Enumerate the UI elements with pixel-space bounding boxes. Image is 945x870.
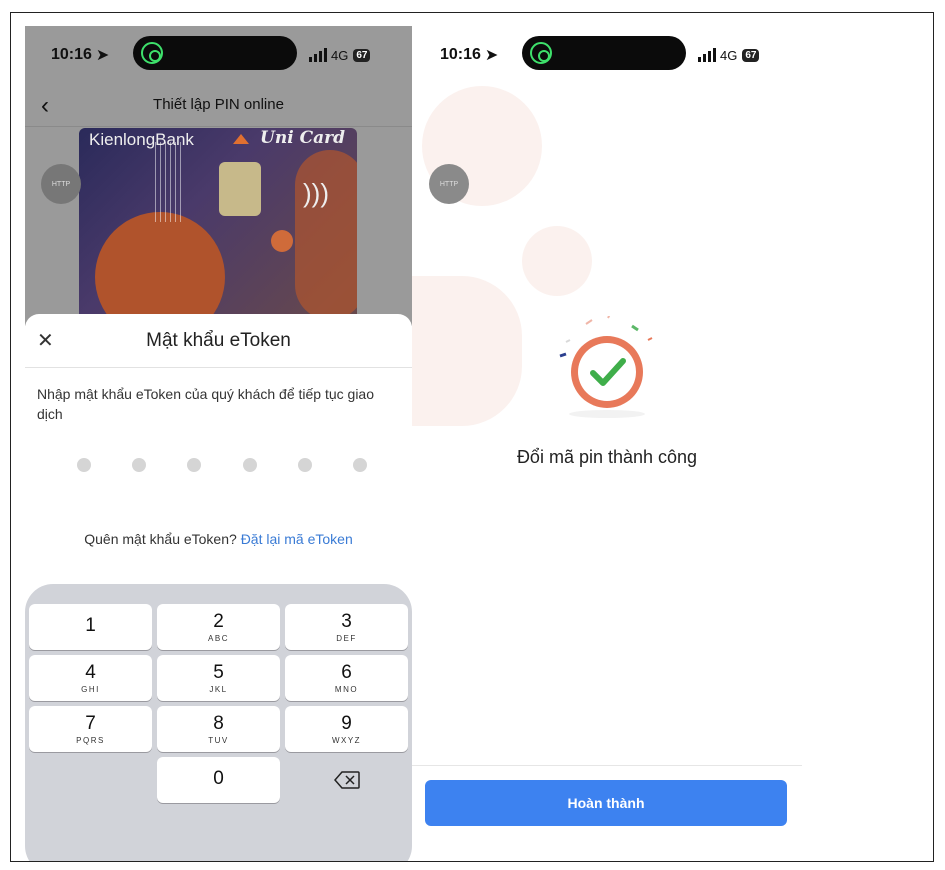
link-icon [530,42,552,64]
right-phone-screen: 10:16 ➤ 4G 67 HTTP Đổi mã pin thành công… [412,26,802,861]
key-1[interactable]: 1 [29,604,152,650]
status-bar-time: 10:16 ➤ [440,40,498,70]
success-message: Đổi mã pin thành công [516,447,698,467]
numeric-keypad: 1 2 ABC 3 DEF 4 GHI 5 JKL 6 MNO 7 PQRS 8 TUV 9W… [25,584,412,861]
http-badge[interactable]: HTTP [429,164,469,204]
clock: 10:16 [440,46,481,63]
background-decoration [412,276,522,426]
delete-key[interactable] [285,757,408,803]
reset-etoken-link[interactable]: Đặt lại mã eToken [241,531,353,547]
location-arrow-icon: ➤ [484,47,499,64]
network-type: 4G [720,47,738,63]
http-badge[interactable]: HTTP [41,164,81,204]
sheet-header: ✕ Mật khẩu eToken [25,314,412,368]
clock: 10:16 [51,46,92,63]
screenshot-frame: 10:16 ➤ 4G 67 ‹ Thiết lập PIN online Kien… [10,12,934,862]
key-3[interactable]: 3 DEF [285,604,408,650]
key-6[interactable]: 6 MNO [285,655,408,701]
key-0[interactable]: 0 [157,757,280,803]
success-check-icon [552,313,662,426]
status-bar-indicators: 4G 67 [698,40,760,70]
footer-divider [412,765,802,766]
key-7[interactable]: 7 PQRS [29,706,152,752]
card-product-name: Uni Card [260,128,345,148]
key-empty [29,757,152,803]
left-phone-screen: 10:16 ➤ 4G 67 ‹ Thiết lập PIN online Kien… [25,26,412,861]
contactless-icon: ))) [303,178,329,208]
key-2[interactable]: 2 ABC [157,604,280,650]
key-9[interactable]: 9 WXYZ [285,706,408,752]
card-chip-icon [219,162,261,216]
pin-dot [352,458,367,472]
key-5[interactable]: 5 JKL [157,655,280,701]
link-icon [141,42,163,64]
network-type: 4G [331,47,349,63]
battery-icon: 67 [742,48,760,62]
forgot-text: Quên mật khẩu eToken? [84,531,237,547]
status-bar-time: 10:16 ➤ [51,40,109,70]
nav-divider [25,126,412,127]
sheet-title: Mật khẩu eToken [146,330,291,351]
pin-dot [187,458,202,472]
dynamic-island [522,36,686,70]
pin-dot [297,458,312,472]
card-bank-name: KienlongBank [89,130,194,149]
background-decoration [522,226,592,296]
key-8[interactable]: 8 TUV [157,706,280,752]
pin-dot [77,458,91,472]
sheet-description: Nhập mật khẩu eToken của quý khách để ti… [37,386,374,422]
status-bar-indicators: 4G 67 [309,40,371,70]
pin-dot [242,458,257,472]
page-title: Thiết lập PIN online [153,96,284,113]
key-4[interactable]: 4 GHI [29,655,152,701]
pin-dot [132,458,147,472]
dynamic-island [133,36,297,70]
bank-logo-icon [233,134,249,144]
forgot-etoken-row: Quên mật khẩu eToken? Đặt lại mã eToken [25,531,412,547]
bank-card-image: KienlongBank Uni Card ))) [79,128,357,328]
battery-icon: 67 [353,48,371,62]
pin-input[interactable] [77,458,367,472]
signal-icon [309,48,327,62]
complete-button[interactable]: Hoàn thành [425,780,787,826]
location-arrow-icon: ➤ [95,47,110,64]
signal-icon [698,48,716,62]
backspace-icon [333,771,360,789]
